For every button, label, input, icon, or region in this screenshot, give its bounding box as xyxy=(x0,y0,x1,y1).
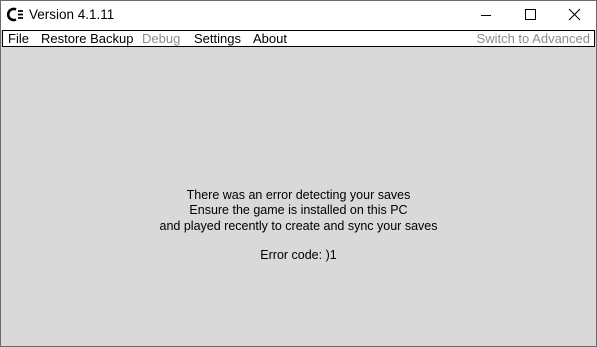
app-window: Version 4.1.11 File Restore Backup Debug… xyxy=(0,0,597,347)
app-logo-icon xyxy=(6,7,24,22)
minimize-button[interactable] xyxy=(463,1,508,30)
error-code: Error code: )1 xyxy=(260,248,337,262)
window-title: Version 4.1.11 xyxy=(29,7,115,22)
menu-debug: Debug xyxy=(142,31,181,46)
close-button[interactable] xyxy=(552,1,597,30)
menu-bar: File Restore Backup Debug Settings About… xyxy=(2,30,595,47)
menu-settings[interactable]: Settings xyxy=(194,31,241,46)
error-message-line-3: and played recently to create and sync y… xyxy=(159,219,438,233)
error-message-line-2: Ensure the game is installed on this PC xyxy=(189,203,408,217)
title-bar[interactable]: Version 4.1.11 xyxy=(1,1,596,30)
main-content: There was an error detecting your saves … xyxy=(1,47,596,346)
menu-about[interactable]: About xyxy=(253,31,287,46)
menu-switch-to-advanced: Switch to Advanced xyxy=(476,31,590,46)
error-message-line-1: There was an error detecting your saves xyxy=(186,188,411,202)
maximize-button[interactable] xyxy=(508,1,553,30)
menu-file[interactable]: File xyxy=(8,31,29,46)
menu-restore-backup[interactable]: Restore Backup xyxy=(41,31,134,46)
maximize-icon xyxy=(525,9,536,20)
minimize-icon xyxy=(481,15,491,16)
close-icon xyxy=(568,8,581,21)
